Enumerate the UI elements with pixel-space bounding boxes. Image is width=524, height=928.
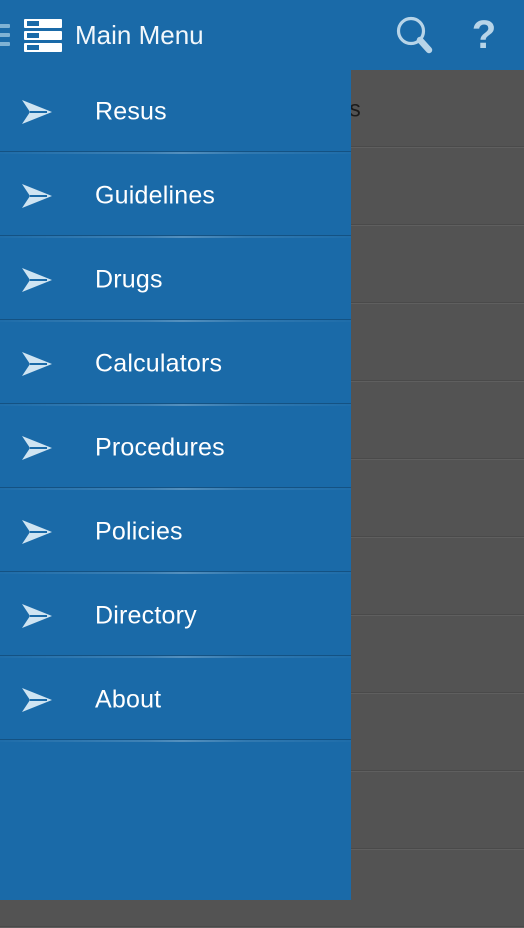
help-glyph: ? (471, 13, 497, 57)
search-icon[interactable] (391, 13, 439, 57)
drawer-item-label: Guidelines (95, 181, 216, 210)
arrow-right-icon (20, 686, 54, 714)
drawer-item-calculators[interactable]: Calculators (0, 322, 351, 406)
arrow-right-icon (20, 434, 54, 462)
list-icon[interactable] (24, 19, 62, 52)
navigation-drawer: Resus Guidelines Drugs Calculators Proce… (0, 70, 351, 900)
drawer-item-drugs[interactable]: Drugs (0, 238, 351, 322)
hamburger-icon[interactable] (0, 24, 10, 46)
page-title: Main Menu (75, 20, 204, 50)
hamburger-bar (0, 42, 10, 46)
drawer-empty-space (0, 742, 351, 900)
drawer-item-label: Calculators (95, 349, 223, 378)
drawer-item-label: About (95, 685, 162, 714)
list-icon-bar (24, 19, 62, 28)
help-question-mark-icon[interactable]: ? (459, 8, 509, 62)
drawer-item-policies[interactable]: Policies (0, 490, 351, 574)
drawer-item-about[interactable]: About (0, 658, 351, 742)
arrow-right-icon (20, 602, 54, 630)
drawer-item-label: Policies (95, 517, 183, 546)
hamburger-bar (0, 33, 10, 37)
arrow-right-icon (20, 98, 54, 126)
list-icon-bar (24, 31, 62, 40)
drawer-item-procedures[interactable]: Procedures (0, 406, 351, 490)
arrow-right-icon (20, 182, 54, 210)
arrow-right-icon (20, 266, 54, 294)
drawer-item-label: Resus (95, 97, 167, 126)
drawer-item-directory[interactable]: Directory (0, 574, 351, 658)
hamburger-bar (0, 24, 10, 28)
drawer-item-label: Procedures (95, 433, 225, 462)
arrow-right-icon (20, 350, 54, 378)
drawer-item-divider (0, 740, 351, 742)
drawer-item-guidelines[interactable]: Guidelines (0, 154, 351, 238)
drawer-item-label: Directory (95, 601, 197, 630)
drawer-item-label: Drugs (95, 265, 163, 294)
list-icon-bar (24, 43, 62, 52)
drawer-item-resus[interactable]: Resus (0, 70, 351, 154)
arrow-right-icon (20, 518, 54, 546)
app-bar: Main Menu ? (0, 0, 524, 70)
